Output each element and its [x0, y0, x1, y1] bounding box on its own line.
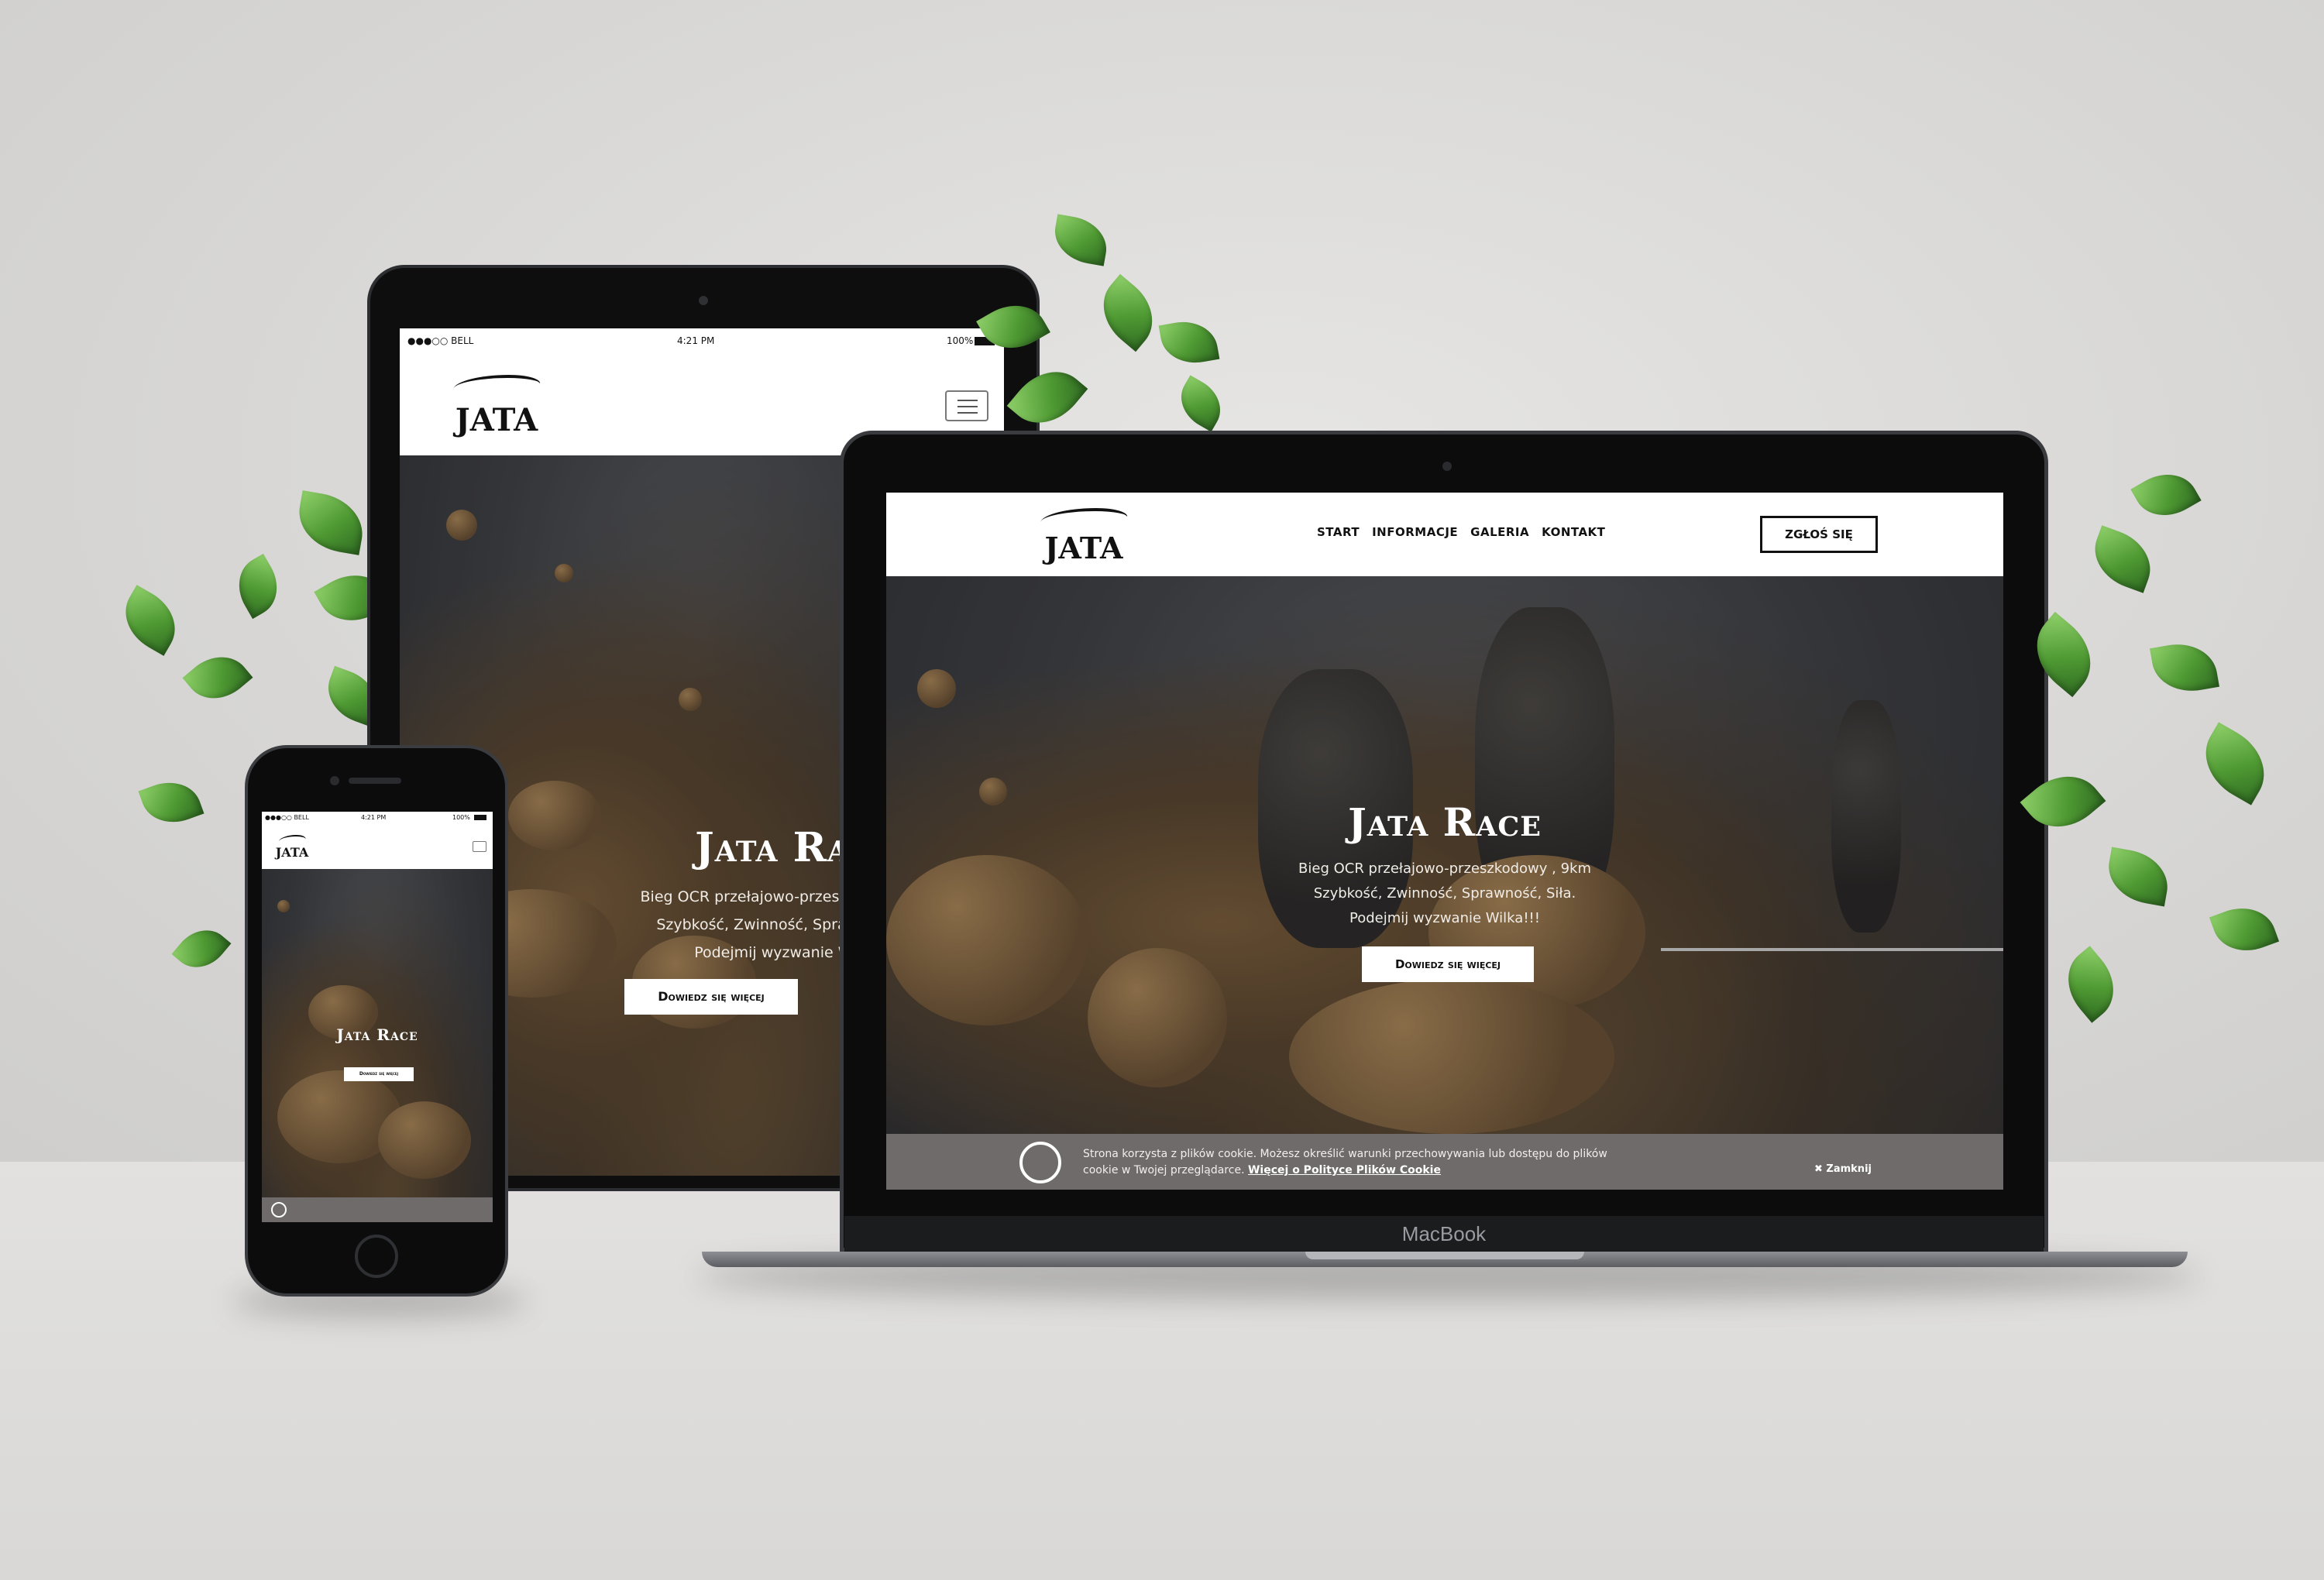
- laptop-notch: [1305, 1252, 1584, 1259]
- nav-item-galeria[interactable]: GALERIA: [1470, 525, 1529, 539]
- cookie-policy-link[interactable]: Więcej o Polityce Plików Cookie: [1248, 1164, 1441, 1176]
- cookie-bar: Strona korzysta z plików cookie. Możesz …: [886, 1134, 2003, 1190]
- cookie-bar: [262, 1197, 493, 1222]
- phone-screen: ●●●○○ BELL 4:21 PM 100% JATA Jata Race D…: [262, 812, 493, 1222]
- carrier-label: ●●●○○ BELL: [407, 335, 474, 346]
- phone-header: JATA: [262, 824, 493, 869]
- phone-camera: [330, 776, 339, 785]
- site-header: JATA START INFORMACJE GALERIA KONTAKT ZG…: [886, 493, 2003, 576]
- phone-speaker: [349, 778, 401, 784]
- carrier-label: ●●●○○ BELL: [265, 814, 309, 821]
- hamburger-menu-icon[interactable]: [473, 841, 486, 852]
- wolf-logo-icon: [450, 375, 543, 398]
- battery-label: 100%: [452, 814, 470, 821]
- cookie-close-button[interactable]: ✖ Zamknij: [1814, 1163, 1872, 1175]
- logo-text: JATA: [1044, 531, 1123, 565]
- phone-home-button[interactable]: [355, 1235, 398, 1278]
- signup-button[interactable]: ZGŁOŚ SIĘ: [1760, 516, 1878, 553]
- hero-title: Jata Race: [336, 1025, 418, 1044]
- close-label: Zamknij: [1826, 1163, 1872, 1175]
- wolf-logo-icon: [277, 835, 308, 846]
- tablet-camera: [699, 296, 708, 305]
- hero-line-3: Podejmij wyzwanie Wilka!!!: [1349, 910, 1540, 926]
- cookie-message: Strona korzysta z plików cookie. Możesz …: [1083, 1146, 1625, 1179]
- learn-more-button[interactable]: Dowiedz się więcej: [624, 979, 798, 1015]
- site-logo[interactable]: JATA: [1033, 503, 1134, 568]
- main-nav: START INFORMACJE GALERIA KONTAKT: [1317, 525, 1605, 539]
- nav-item-kontakt[interactable]: KONTAKT: [1542, 525, 1605, 539]
- logo-text: JATA: [455, 402, 538, 438]
- learn-more-button[interactable]: Dowiedz się więcej: [1362, 946, 1534, 982]
- nav-item-start[interactable]: START: [1317, 525, 1360, 539]
- logo-text: JATA: [275, 845, 309, 860]
- cookie-icon: [271, 1202, 287, 1218]
- learn-more-button[interactable]: Dowiedz się więcej: [344, 1067, 414, 1081]
- battery-label: 100%: [947, 335, 974, 346]
- tablet-status-bar: ●●●○○ BELL 4:21 PM 100%: [400, 328, 1004, 355]
- hero-description: Bieg OCR przełajowo-przeszkodowy , 9km S…: [886, 857, 2003, 931]
- site-logo[interactable]: JATA: [271, 830, 313, 863]
- cookie-icon: [1019, 1142, 1061, 1183]
- close-icon: ✖: [1814, 1163, 1827, 1175]
- hero-title: Jata Race: [1348, 799, 1542, 845]
- laptop-brand-label: MacBook: [1401, 1222, 1487, 1245]
- wolf-logo-icon: [1037, 508, 1130, 531]
- hero-image: Jata Race Dowiedz się więcej: [262, 869, 493, 1222]
- hero-line-2: Szybkość, Zwinność, Sprawność, Siła.: [1313, 885, 1576, 902]
- hero-line-1: Bieg OCR przełajowo-przeszkodowy , 9km: [1298, 860, 1591, 877]
- laptop-screen: JATA START INFORMACJE GALERIA KONTAKT ZG…: [886, 493, 2003, 1190]
- clock: 4:21 PM: [361, 814, 387, 821]
- site-logo[interactable]: JATA: [446, 370, 547, 441]
- battery-icon: [474, 815, 486, 820]
- phone-status-bar: ●●●○○ BELL 4:21 PM 100%: [262, 812, 493, 824]
- hero-image: Jata Race Bieg OCR przełajowo-przeszkodo…: [886, 576, 2003, 1134]
- nav-item-informacje[interactable]: INFORMACJE: [1372, 525, 1458, 539]
- clock: 4:21 PM: [677, 335, 715, 346]
- hamburger-menu-icon[interactable]: [945, 390, 988, 421]
- laptop-camera: [1442, 462, 1452, 471]
